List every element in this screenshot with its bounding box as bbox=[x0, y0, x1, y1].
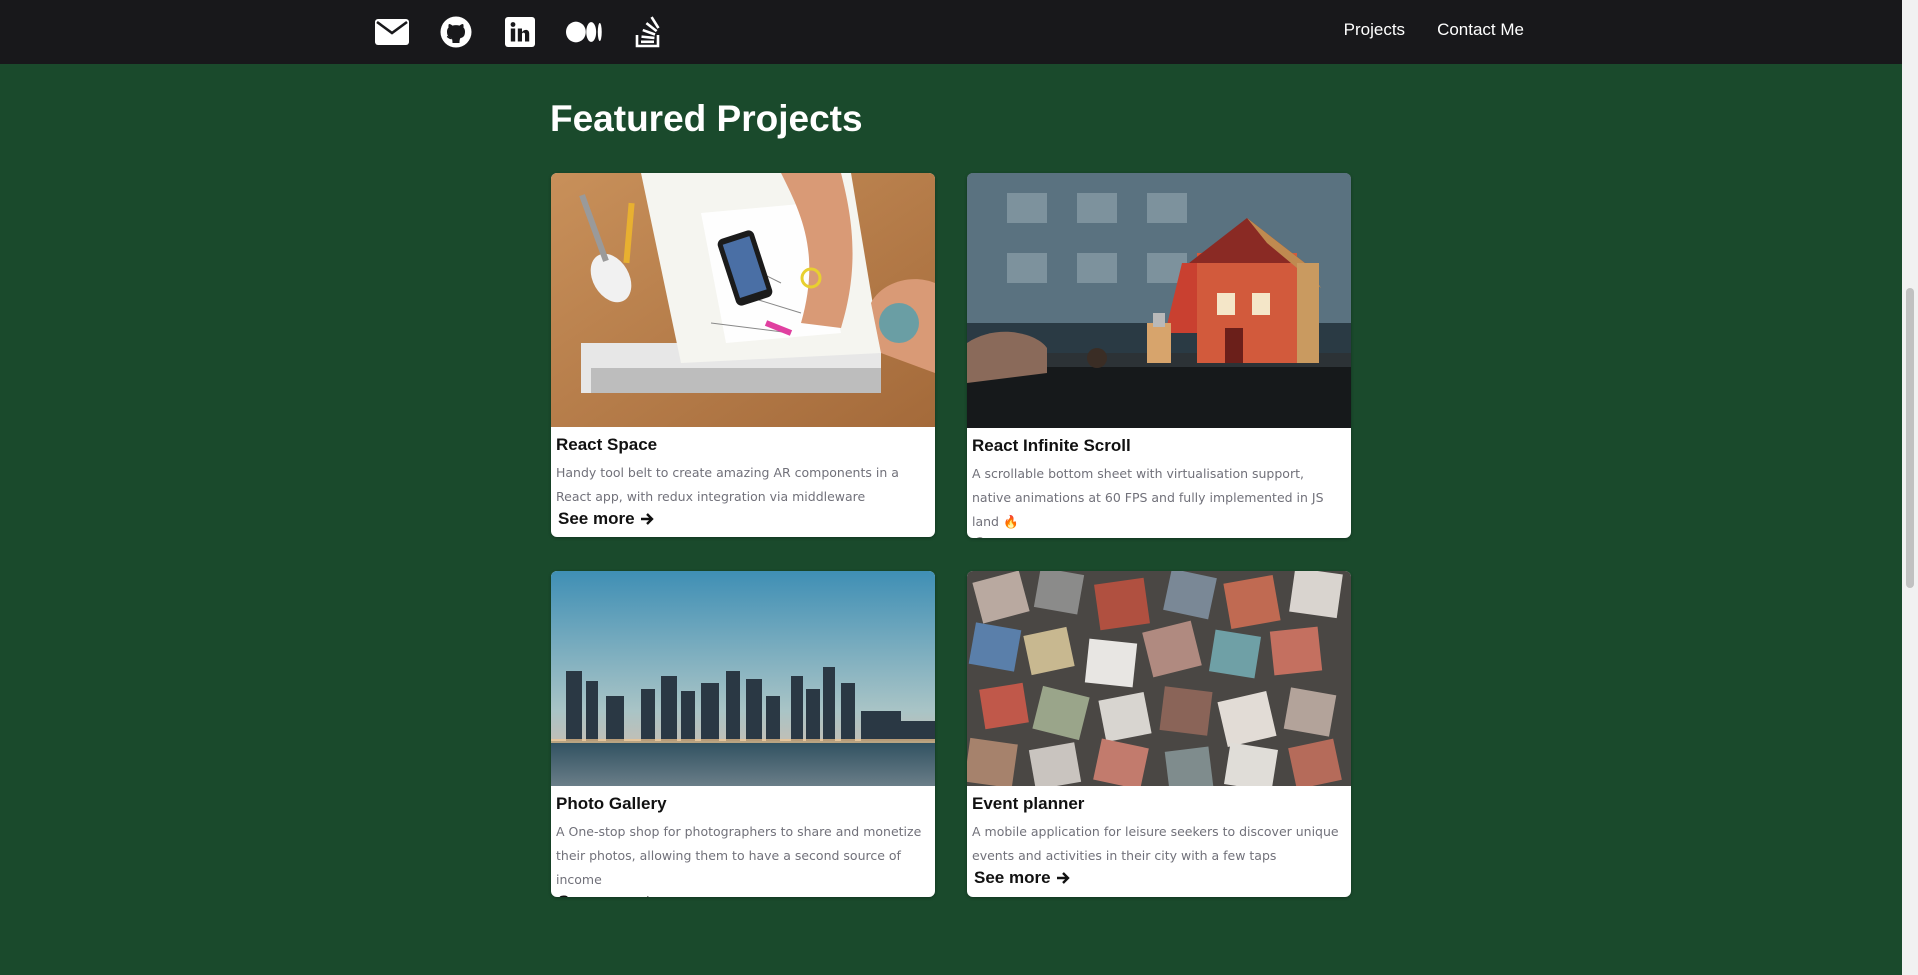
nav-links: Projects Contact Me bbox=[1312, 20, 1524, 40]
top-navbar: Projects Contact Me bbox=[0, 0, 1902, 64]
linkedin-icon[interactable] bbox=[502, 14, 538, 50]
arrow-right-icon bbox=[1056, 872, 1070, 884]
see-more-link[interactable]: See more bbox=[974, 868, 1351, 888]
stackoverflow-icon[interactable] bbox=[630, 14, 666, 50]
see-more-link[interactable]: See more bbox=[558, 892, 935, 897]
toy-house-photo bbox=[967, 173, 1351, 428]
project-title: React Space bbox=[556, 435, 658, 454]
medium-icon[interactable] bbox=[566, 14, 602, 50]
page-title: Featured Projects bbox=[550, 98, 863, 139]
see-more-label: See more bbox=[974, 534, 1051, 538]
project-card-react-infinite-scroll: React Infinite Scroll A scrollable botto… bbox=[967, 173, 1351, 538]
see-more-link[interactable]: See more bbox=[558, 509, 935, 529]
project-title: Photo Gallery bbox=[556, 794, 667, 813]
see-more-link[interactable]: See more bbox=[974, 534, 1351, 538]
see-more-label: See more bbox=[558, 892, 635, 897]
arrow-right-icon bbox=[640, 513, 654, 525]
social-links bbox=[374, 14, 694, 50]
github-icon[interactable] bbox=[438, 14, 474, 50]
nav-link-contact[interactable]: Contact Me bbox=[1437, 20, 1524, 40]
see-more-label: See more bbox=[974, 868, 1051, 887]
city-skyline-photo bbox=[551, 571, 935, 786]
desk-workspace-photo bbox=[551, 173, 935, 427]
colorful-cubes-photo bbox=[967, 571, 1351, 786]
project-card-event-planner: Event planner A mobile application for l… bbox=[967, 571, 1351, 897]
project-description: A One-stop shop for photographers to sha… bbox=[556, 824, 922, 887]
envelope-icon[interactable] bbox=[374, 14, 410, 50]
project-description: A scrollable bottom sheet with virtualis… bbox=[972, 466, 1324, 529]
project-description: A mobile application for leisure seekers… bbox=[972, 824, 1339, 863]
arrow-right-icon bbox=[646, 896, 649, 897]
project-card-photo-gallery: Photo Gallery A One-stop shop for photog… bbox=[551, 571, 935, 897]
project-title: React Infinite Scroll bbox=[972, 436, 1131, 455]
scrollbar-thumb[interactable] bbox=[1906, 288, 1914, 588]
project-description: Handy tool belt to create amazing AR com… bbox=[556, 465, 899, 504]
arrow-right-icon bbox=[1056, 537, 1070, 538]
page-scrollbar[interactable] bbox=[1902, 0, 1918, 975]
project-card-react-space: React Space Handy tool belt to create am… bbox=[551, 173, 935, 537]
see-more-label: See more bbox=[558, 509, 635, 528]
nav-link-projects[interactable]: Projects bbox=[1344, 20, 1405, 40]
project-title: Event planner bbox=[972, 794, 1085, 813]
